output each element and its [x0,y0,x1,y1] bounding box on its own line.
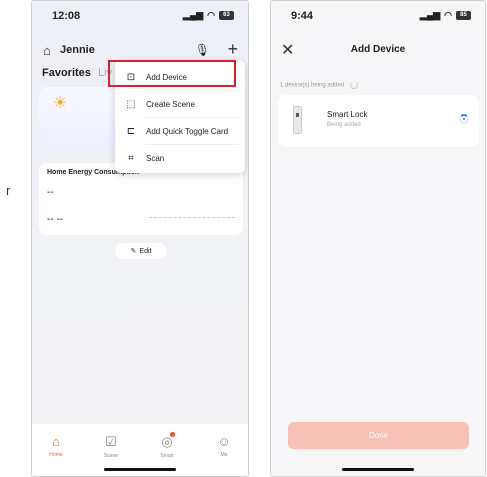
home-indicator [104,468,176,471]
sun-icon: ☀ [53,95,68,112]
device-name: Smart Lock [327,110,368,119]
edit-button[interactable]: ✎ Edit [115,243,167,259]
edit-label: Edit [139,247,152,255]
add-device-header: ✕ Add Device [271,42,485,60]
energy-value: -- [47,187,54,198]
menu-item-create-scene[interactable]: ⬚ Create Scene [115,91,245,117]
adding-status: 1 device(s) being added [280,81,358,89]
nav-label: Me [220,452,228,458]
adding-count-label: 1 device(s) being added [280,82,345,89]
wifi-icon: ◠ [444,10,452,20]
tab-favorites[interactable]: Favorites [42,67,91,79]
signal-icon: ▂▄▆ [182,10,204,20]
menu-item-add-quick-toggle-card[interactable]: ⊏ Add Quick Toggle Card [115,118,245,144]
energy-chart-placeholder [149,217,235,218]
nav-me[interactable]: ☺ Me [204,434,244,458]
nav-home[interactable]: ⌂ Home [36,434,76,458]
progress-spinner-icon [459,114,469,124]
battery-icon: 63 [219,11,234,20]
battery-icon: 85 [456,11,471,20]
home-indicator [342,468,414,471]
microphone-icon[interactable]: 🎙︎ [195,43,210,57]
pencil-icon: ✎ [130,248,137,255]
menu-item-label: Add Quick Toggle Card [146,126,229,136]
status-bar: 9:44 ▂▄▆ ◠ 85 [271,10,485,26]
nav-label: Home [49,452,63,458]
nav-smart[interactable]: ◎ Smart [147,432,187,459]
device-card[interactable]: Smart Lock Being added [278,95,479,147]
stray-text: r [6,183,11,198]
menu-item-label: Create Scene [146,99,195,109]
wifi-icon: ◠ [207,10,215,20]
nav-label: Smart [160,453,174,459]
status-time: 9:44 [291,10,314,22]
status-bar: 12:08 ▂▄▆ ◠ 63 [32,10,248,26]
create-scene-icon: ⬚ [126,98,136,110]
page-title: Add Device [350,44,406,55]
me-nav-icon: ☺ [217,434,231,449]
room-tabs: Favorites Liv [42,67,112,79]
status-time: 12:08 [52,10,81,22]
notification-dot [170,432,175,437]
energy-value-secondary: -- -- [47,214,64,225]
smart-nav-icon: ◎ [161,434,173,449]
phone-add-device-screen: 9:44 ▂▄▆ ◠ 85 ✕ Add Device 1 device(s) b… [270,0,486,477]
scene-nav-icon: ☑ [105,434,117,449]
menu-item-scan[interactable]: ⌗ Scan [115,145,245,171]
home-nav-icon: ⌂ [52,434,60,449]
done-button[interactable]: Done [288,422,469,449]
signal-icon: ▂▄▆ [419,10,441,20]
quick-toggle-icon: ⊏ [126,125,136,137]
energy-card[interactable]: Home Energy Consumption -- -- -- [39,163,243,235]
status-icons: ▂▄▆ ◠ 63 [183,10,234,21]
status-icons: ▂▄▆ ◠ 85 [420,10,471,21]
loading-icon [349,81,358,89]
device-status: Being added [327,122,361,128]
scan-icon: ⌗ [128,152,134,164]
add-button[interactable]: + [227,39,238,60]
home-name[interactable]: Jennie [60,44,95,56]
menu-item-label: Scan [146,153,165,163]
home-header: ⌂ Jennie 🎙︎ + [43,39,238,61]
nav-scene[interactable]: ☑ Scene [91,434,131,459]
nav-label: Scene [103,453,119,459]
smart-lock-image [293,106,302,134]
home-icon[interactable]: ⌂ [43,43,51,58]
bottom-nav: ⌂ Home ☑ Scene ◎ Smart ☺ Me [32,424,248,476]
add-device-highlight [108,60,236,87]
